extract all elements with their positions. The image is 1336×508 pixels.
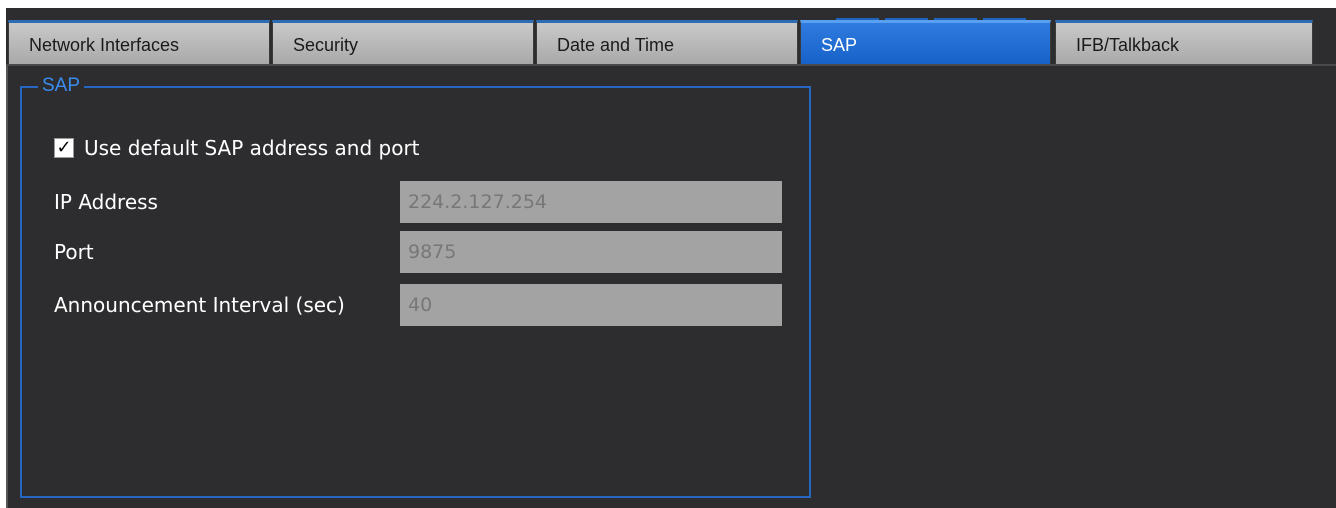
- ip-address-field[interactable]: 224.2.127.254: [400, 181, 782, 223]
- tab-date-and-time[interactable]: Date and Time: [536, 20, 798, 64]
- sap-group-title: SAP: [38, 74, 85, 98]
- tab-sap[interactable]: SAP: [800, 20, 1051, 64]
- ip-address-label: IP Address: [54, 190, 158, 214]
- content-left-edge: [6, 66, 8, 508]
- tab-security[interactable]: Security: [272, 20, 534, 64]
- tab-bar: Network Interfaces Security Date and Tim…: [6, 8, 1336, 64]
- use-default-sap-checkbox[interactable]: ✓: [54, 138, 74, 158]
- announcement-interval-field[interactable]: 40: [400, 284, 782, 326]
- tab-ifb-talkback[interactable]: IFB/Talkback: [1055, 20, 1313, 64]
- port-label: Port: [54, 240, 94, 264]
- settings-window: Network Interfaces Security Date and Tim…: [6, 8, 1336, 508]
- port-field[interactable]: 9875: [400, 231, 782, 273]
- use-default-sap-checkbox-row[interactable]: ✓ Use default SAP address and port: [54, 136, 420, 160]
- tab-content-border: [6, 64, 1336, 66]
- tab-network-interfaces[interactable]: Network Interfaces: [8, 20, 270, 64]
- use-default-sap-label: Use default SAP address and port: [84, 136, 420, 160]
- checkmark-icon: ✓: [56, 137, 72, 158]
- sap-groupbox: SAP ✓ Use default SAP address and port I…: [20, 74, 811, 498]
- announcement-interval-label: Announcement Interval (sec): [54, 293, 345, 317]
